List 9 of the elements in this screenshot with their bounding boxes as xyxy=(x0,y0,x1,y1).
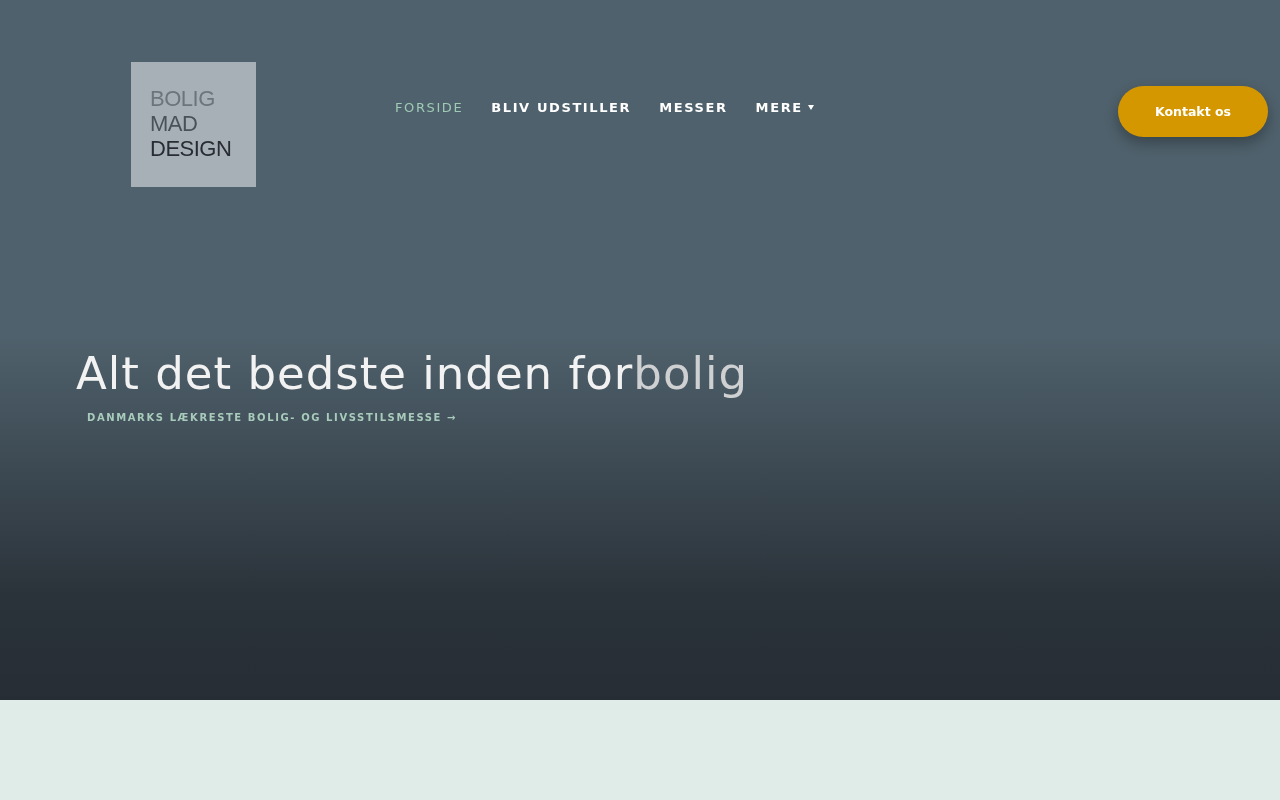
rotating-word: bolig xyxy=(633,347,748,400)
subtitle-link[interactable]: DANMARKS LÆKRESTE BOLIG- OG LIVSSTILSMESSE → xyxy=(87,412,1280,423)
caret-icon xyxy=(807,105,814,110)
nav-link[interactable]: BLIV UDSTILLER xyxy=(491,100,632,115)
nav-link[interactable]: MERE xyxy=(755,100,814,115)
nav-link[interactable]: MESSER xyxy=(659,100,728,115)
hero-headline: Alt det bedste inden for xyxy=(76,347,634,400)
nav-link[interactable]: FORSIDE xyxy=(395,100,464,115)
logo[interactable]: BOLIG MAD DESIGN xyxy=(131,62,256,187)
